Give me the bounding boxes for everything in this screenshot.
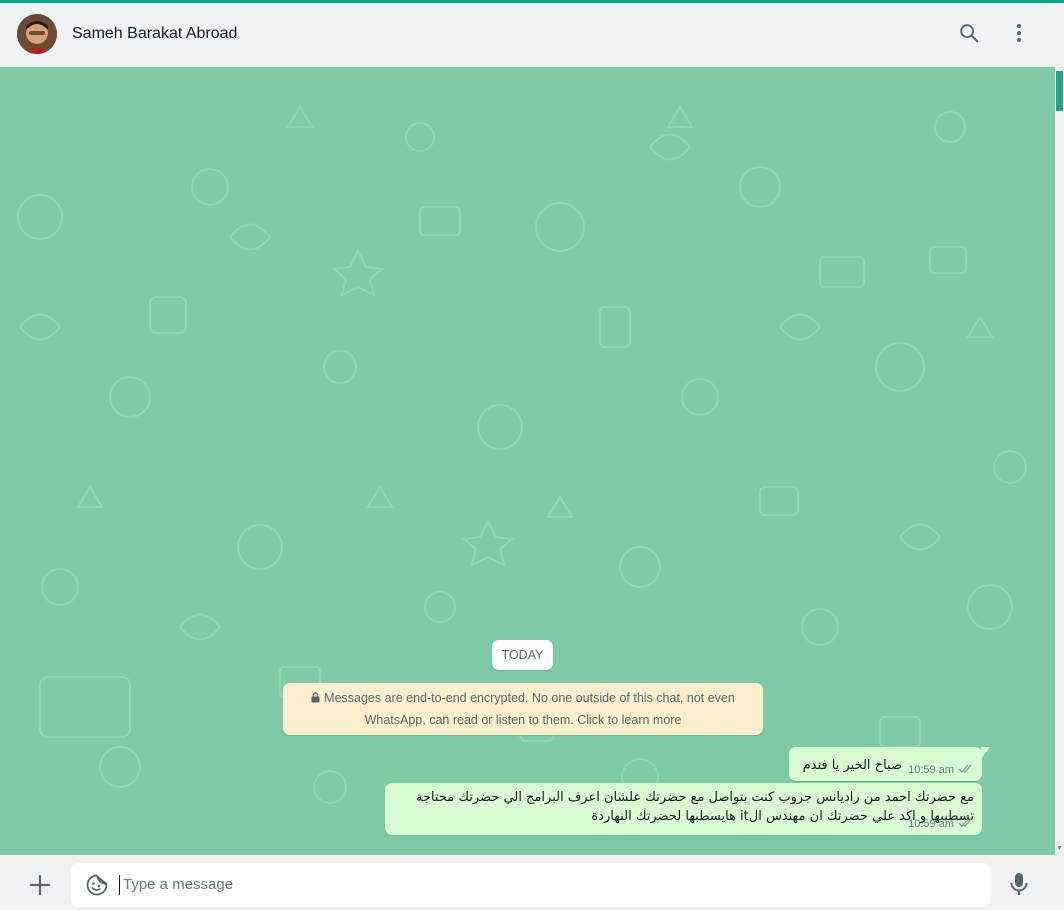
scroll-down-arrow-icon[interactable]: ▼ [1056, 845, 1063, 853]
message-composer: Type a message [0, 855, 1064, 910]
date-divider-chip: TODAY [492, 640, 553, 670]
message-input[interactable]: Type a message [71, 863, 991, 907]
chat-header[interactable]: Sameh Barakat Abroad [0, 3, 1055, 67]
scrollbar-thumb[interactable] [1056, 71, 1063, 111]
chat-wallpaper-doodles [17, 105, 1027, 804]
scrollbar[interactable]: ▼ [1055, 3, 1064, 855]
mic-icon[interactable] [1007, 871, 1031, 897]
double-check-icon [958, 763, 974, 777]
encryption-notice-line1: Messages are end-to-end encrypted. No on… [324, 691, 735, 705]
outgoing-message[interactable]: مع حضرتك احمد من راديانس جروب كنت بتواصل… [385, 783, 982, 835]
message-meta: 10:59 am [908, 817, 974, 831]
contact-name[interactable]: Sameh Barakat Abroad [72, 25, 237, 43]
double-check-icon [958, 817, 974, 831]
sticker-icon[interactable] [85, 873, 109, 897]
message-input-placeholder: Type a message [123, 876, 234, 893]
avatar[interactable] [17, 14, 57, 54]
chat-panel[interactable]: TODAY Messages are end-to-end encrypted.… [0, 67, 1055, 855]
message-time: 10:59 am [908, 764, 954, 776]
avatar-image [17, 14, 57, 54]
text-caret [119, 875, 120, 895]
encryption-notice-line2: WhatsApp, can read or listen to them. Cl… [364, 712, 682, 727]
menu-icon[interactable] [1007, 21, 1031, 45]
whatsapp-web-chat: Sameh Barakat Abroad TODAY Messages are … [0, 0, 1064, 910]
plus-icon[interactable] [28, 873, 52, 897]
message-text-line1: مع حضرتك احمد من راديانس جروب كنت بتواصل… [415, 790, 974, 805]
message-time: 10:59 am [908, 818, 954, 830]
message-text: صباح الخير يا فندم [802, 758, 902, 773]
lock-icon [311, 689, 320, 710]
bubble-tail [981, 747, 990, 759]
outgoing-message[interactable]: صباح الخير يا فندم 10:59 am [789, 747, 990, 781]
search-icon[interactable] [957, 21, 981, 45]
message-meta: 10:59 am [908, 763, 974, 777]
message-text-line2: تسطبيها و اكد علي حضرتك ان مهندس الit ها… [591, 809, 974, 824]
encryption-notice[interactable]: Messages are end-to-end encrypted. No on… [283, 683, 763, 735]
